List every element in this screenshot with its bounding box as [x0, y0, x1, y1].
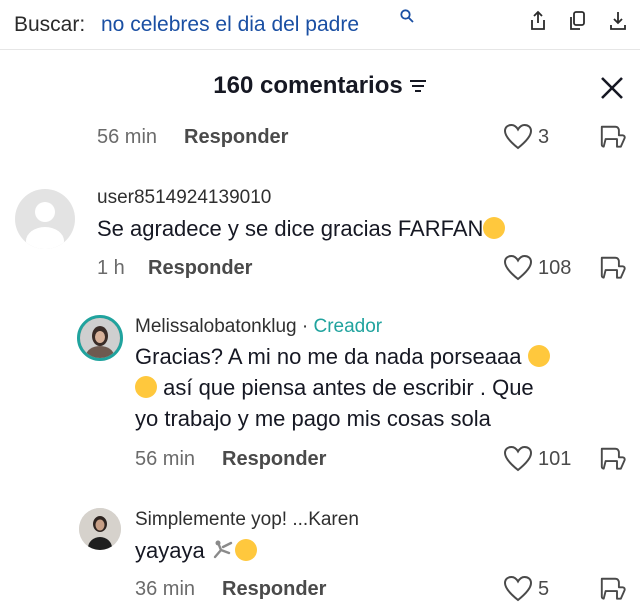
comment-time: 36 min [135, 578, 196, 600]
reply-button[interactable]: Responder [222, 448, 326, 471]
comment-username[interactable]: user8514924139010 [97, 187, 271, 209]
comment-text: Gracias? A mi no me da nada porseaaa así… [135, 341, 615, 434]
search-query[interactable]: no celebres el dia del padre [101, 13, 359, 37]
heart-icon[interactable] [503, 445, 533, 473]
profile-photo-icon [80, 318, 120, 358]
avatar[interactable] [15, 189, 75, 249]
creator-badge: Creador [313, 316, 383, 337]
comment-time: 56 min [97, 126, 158, 148]
comment-time: 56 min [135, 448, 196, 470]
avatar[interactable] [79, 508, 121, 550]
like-count: 101 [538, 448, 572, 470]
dislike-icon[interactable] [598, 122, 628, 152]
default-avatar-icon [26, 202, 64, 249]
comment-username[interactable]: Simplemente yop! ...Karen [135, 509, 359, 531]
like-count: 5 [538, 578, 550, 600]
heart-icon[interactable] [503, 123, 533, 151]
like-count: 108 [538, 257, 572, 279]
heart-icon[interactable] [503, 254, 533, 282]
comment-text: Se agradece y se dice gracias FARFAN [97, 213, 506, 244]
laughing-emoji-icon [135, 376, 157, 398]
reply-button[interactable]: Responder [148, 257, 252, 280]
heart-icon[interactable] [503, 575, 533, 603]
download-icon[interactable] [608, 10, 628, 32]
comment-username: Melissalobatonklug · Creador [135, 316, 383, 337]
comment-text: yayaya [135, 535, 257, 566]
avatar[interactable] [77, 315, 123, 361]
dislike-icon[interactable] [598, 444, 628, 474]
filter-icon[interactable] [409, 78, 427, 94]
dislike-icon[interactable] [598, 253, 628, 283]
rofl-emoji-icon [234, 539, 257, 561]
search-icon[interactable] [400, 9, 414, 23]
reply-button[interactable]: Responder [184, 126, 288, 149]
search-prefix: Buscar: [14, 13, 86, 36]
dislike-icon[interactable] [598, 574, 628, 604]
close-icon[interactable] [598, 74, 626, 102]
profile-photo-icon [79, 508, 121, 550]
comments-count-title: 160 comentarios [213, 72, 403, 99]
comments-header: 160 comentarios [0, 72, 640, 100]
laughing-emoji-icon [527, 345, 550, 367]
dancing-figure-emoji-icon [213, 540, 233, 559]
copy-icon[interactable] [568, 10, 588, 32]
username-link[interactable]: Melissalobatonklug [135, 316, 297, 337]
share-icon[interactable] [528, 10, 548, 32]
comment-time: 1 h [97, 257, 125, 279]
reply-button[interactable]: Responder [222, 578, 326, 601]
like-count: 3 [538, 126, 550, 148]
sad-face-emoji-icon [483, 217, 506, 239]
search-bar[interactable]: Buscar: no celebres el dia del padre [0, 0, 640, 50]
